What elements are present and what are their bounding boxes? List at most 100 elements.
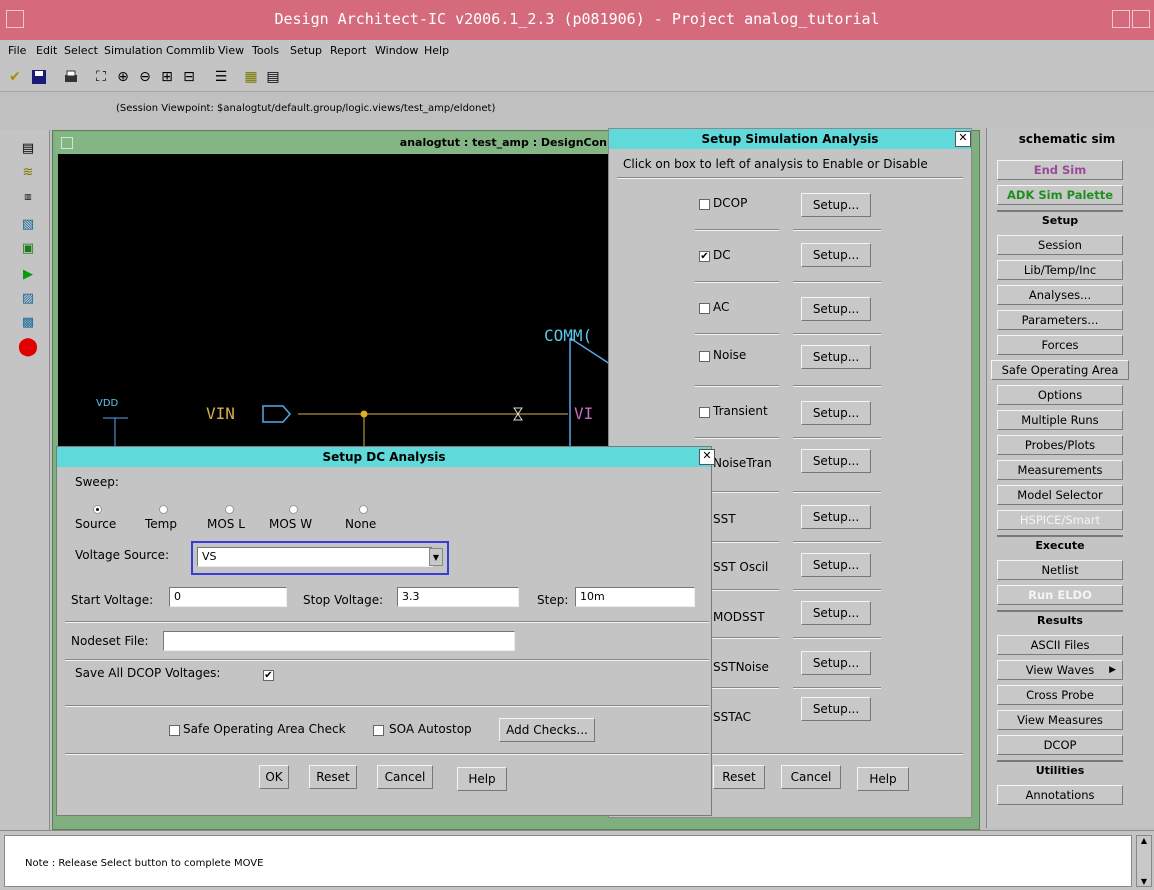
save-icon[interactable]	[28, 66, 50, 88]
check-icon[interactable]: ✔	[4, 66, 26, 88]
dc-ok-button[interactable]: OK	[259, 765, 289, 789]
soa-check-checkbox[interactable]	[169, 725, 180, 736]
measure-icon[interactable]: ▩	[18, 312, 38, 332]
palette-forces[interactable]: Forces	[997, 335, 1123, 355]
sweep-radio-temp[interactable]	[159, 505, 168, 514]
palette-view-waves[interactable]: View Waves ▶	[997, 660, 1123, 680]
ssa-setup-noisetran[interactable]: Setup...	[801, 449, 871, 473]
ssa-close-icon[interactable]: ✕	[955, 131, 971, 147]
palette-model-selector[interactable]: Model Selector	[997, 485, 1123, 505]
ssa-setup-sstac[interactable]: Setup...	[801, 697, 871, 721]
menu-window[interactable]: Window	[375, 44, 418, 57]
ssa-help-button[interactable]: Help	[857, 767, 909, 791]
sweep-radio-none[interactable]	[359, 505, 368, 514]
palette-multiple-runs[interactable]: Multiple Runs	[997, 410, 1123, 430]
menu-setup[interactable]: Setup	[290, 44, 322, 57]
add-checks-button[interactable]: Add Checks...	[499, 718, 595, 742]
dc-help-button[interactable]: Help	[457, 767, 507, 791]
palette-cross-probe[interactable]: Cross Probe	[997, 685, 1123, 705]
ssa-setup-sst[interactable]: Setup...	[801, 505, 871, 529]
menu-commlib[interactable]: Commlib	[166, 44, 215, 57]
dc-close-icon[interactable]: ✕	[699, 449, 715, 465]
palette-view-measures[interactable]: View Measures	[997, 710, 1123, 730]
palette-session[interactable]: Session	[997, 235, 1123, 255]
ssa-checkbox-noise[interactable]	[699, 351, 710, 362]
ssa-setup-ac[interactable]: Setup...	[801, 297, 871, 321]
notes-icon[interactable]: ▤	[262, 66, 284, 88]
menu-simulation[interactable]: Simulation	[104, 44, 163, 57]
sweep-radio-source[interactable]	[93, 505, 102, 514]
print-icon[interactable]	[60, 66, 82, 88]
ssa-checkbox-transient[interactable]	[699, 407, 710, 418]
sweep-radio-mos-l[interactable]	[225, 505, 234, 514]
zoom-out-icon[interactable]: ⊖	[134, 66, 156, 88]
stop-icon[interactable]: ⬤	[18, 336, 38, 357]
ssa-checkbox-dc[interactable]: ✔	[699, 251, 710, 262]
palette-dcop[interactable]: DCOP	[997, 735, 1123, 755]
window-title: Design Architect-IC v2006.1_2.3 (p081906…	[274, 10, 880, 28]
list-icon[interactable]: ☰	[210, 66, 232, 88]
voltage-source-input[interactable]: VS	[197, 547, 433, 567]
nodeset-file-input[interactable]	[163, 631, 515, 651]
ssa-setup-modsst[interactable]: Setup...	[801, 601, 871, 625]
ssa-setup-sst-oscil[interactable]: Setup...	[801, 553, 871, 577]
zoom-in-icon[interactable]: ⊕	[112, 66, 134, 88]
palette-annotations[interactable]: Annotations	[997, 785, 1123, 805]
zoom-select-icon[interactable]: ⊟	[178, 66, 200, 88]
palette-run-eldo[interactable]: Run ELDO	[997, 585, 1123, 605]
palette-safe-operating-area[interactable]: Safe Operating Area	[991, 360, 1129, 380]
chip-icon[interactable]: ▣	[18, 238, 38, 258]
stop-voltage-input[interactable]: 3.3	[397, 587, 519, 607]
zoom-fit-icon[interactable]: ⛶	[90, 66, 112, 88]
ssa-checkbox-dcop[interactable]	[699, 199, 710, 210]
adk-sim-palette-button[interactable]: ADK Sim Palette	[997, 185, 1123, 205]
notepad-icon[interactable]: ▤	[18, 138, 38, 158]
menu-file[interactable]: File	[8, 44, 26, 57]
message-scrollbar[interactable]: ▲ ▼	[1136, 835, 1152, 887]
run-icon[interactable]: ▶	[18, 264, 38, 284]
scroll-down-icon[interactable]: ▼	[1137, 877, 1151, 886]
step-input[interactable]: 10m	[575, 587, 695, 607]
menu-report[interactable]: Report	[330, 44, 366, 57]
palette-options[interactable]: Options	[997, 385, 1123, 405]
scroll-up-icon[interactable]: ▲	[1137, 836, 1151, 845]
ssa-cancel-button[interactable]: Cancel	[781, 765, 841, 789]
ssa-setup-transient[interactable]: Setup...	[801, 401, 871, 425]
menu-view[interactable]: View	[218, 44, 244, 57]
ssa-checkbox-ac[interactable]	[699, 303, 710, 314]
palette-analyses[interactable]: Analyses...	[997, 285, 1123, 305]
maximize-icon[interactable]	[1132, 10, 1150, 28]
palette-ascii-files[interactable]: ASCII Files	[997, 635, 1123, 655]
menu-help[interactable]: Help	[424, 44, 449, 57]
menu-tools[interactable]: Tools	[252, 44, 279, 57]
palette-netlist[interactable]: Netlist	[997, 560, 1123, 580]
palette-icon[interactable]: ▦	[240, 66, 262, 88]
dc-cancel-button[interactable]: Cancel	[377, 765, 433, 789]
minimize-icon[interactable]	[1112, 10, 1130, 28]
ssa-reset-button[interactable]: Reset	[713, 765, 765, 789]
schematic-window-menu-icon[interactable]	[61, 137, 73, 149]
zoom-area-icon[interactable]: ⊞	[156, 66, 178, 88]
palette-parameters[interactable]: Parameters...	[997, 310, 1123, 330]
menu-select[interactable]: Select	[64, 44, 98, 57]
chart-icon[interactable]: ▧	[18, 214, 38, 234]
tran-icon[interactable]: ▥	[18, 186, 38, 206]
dc-reset-button[interactable]: Reset	[309, 765, 357, 789]
wave-icon[interactable]: ≋	[18, 162, 38, 182]
ssa-setup-dc[interactable]: Setup...	[801, 243, 871, 267]
palette-probes-plots[interactable]: Probes/Plots	[997, 435, 1123, 455]
sweep-radio-mos-w[interactable]	[289, 505, 298, 514]
start-voltage-input[interactable]: 0	[169, 587, 287, 607]
menu-edit[interactable]: Edit	[36, 44, 57, 57]
palette-lib-temp-inc[interactable]: Lib/Temp/Inc	[997, 260, 1123, 280]
ssa-setup-dcop[interactable]: Setup...	[801, 193, 871, 217]
palette-measurements[interactable]: Measurements	[997, 460, 1123, 480]
save-dcop-checkbox[interactable]: ✔	[263, 670, 274, 681]
end-sim-button[interactable]: End Sim	[997, 160, 1123, 180]
ssa-setup-sstnoise[interactable]: Setup...	[801, 651, 871, 675]
soa-autostop-checkbox[interactable]	[373, 725, 384, 736]
voltage-source-dropdown-icon[interactable]: ▼	[429, 548, 443, 566]
schematic-canvas[interactable]: COMM( VDD VIN VI	[58, 154, 610, 454]
waveform-icon[interactable]: ▨	[18, 288, 38, 308]
ssa-setup-noise[interactable]: Setup...	[801, 345, 871, 369]
